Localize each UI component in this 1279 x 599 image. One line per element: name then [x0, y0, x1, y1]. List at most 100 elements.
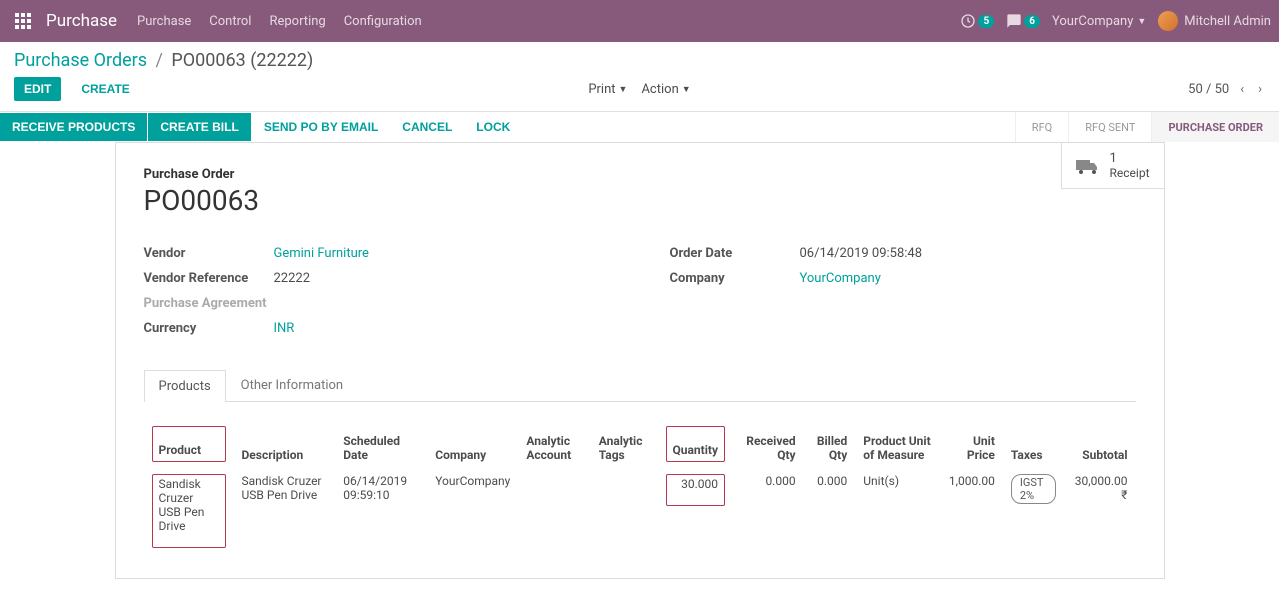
vendor-ref-value: 22222	[274, 271, 311, 286]
info-col-right: Order Date06/14/2019 09:58:48 CompanyYou…	[670, 241, 1136, 341]
action-bar: RECEIVE PRODUCTS CREATE BILL SEND PO BY …	[0, 111, 1279, 142]
currency-link[interactable]: INR	[274, 321, 295, 336]
order-date-value: 06/14/2019 09:58:48	[800, 246, 923, 261]
th-analytic-account: Analytic Account	[518, 420, 590, 468]
tax-badge: IGST 2%	[1011, 474, 1057, 504]
chevron-down-icon: ▼	[619, 84, 628, 95]
cell-description: Sandisk Cruzer USB Pen Drive	[234, 468, 336, 554]
th-scheduled-date: Scheduled Date	[335, 420, 427, 468]
nav-control[interactable]: Control	[209, 14, 251, 29]
chevron-down-icon: ▼	[682, 84, 691, 95]
th-company: Company	[427, 420, 518, 468]
th-taxes: Taxes	[1003, 420, 1065, 468]
th-uom: Product Unit of Measure	[855, 420, 939, 468]
company-link[interactable]: YourCompany	[800, 271, 881, 286]
chevron-down-icon: ▼	[1137, 16, 1146, 27]
order-lines-table: Product Description Scheduled Date Compa…	[144, 420, 1136, 554]
th-description: Description	[234, 420, 336, 468]
label-vendor-ref: Vendor Reference	[144, 271, 274, 286]
truck-icon	[1076, 157, 1100, 175]
pager-next[interactable]: ›	[1255, 82, 1265, 97]
stat-count: 1	[1110, 151, 1150, 166]
form-sheet: 1 Receipt Purchase Order PO00063 VendorG…	[115, 142, 1165, 579]
status-bar: RFQ RFQ SENT PURCHASE ORDER	[1015, 112, 1279, 142]
breadcrumb-current: PO00063 (22222)	[171, 50, 313, 71]
user-menu[interactable]: Mitchell Admin	[1158, 11, 1271, 31]
cell-analytic-account	[518, 468, 590, 554]
cell-uom: Unit(s)	[855, 468, 939, 554]
cell-product: Sandisk Cruzer USB Pen Drive	[152, 474, 226, 548]
record-title-label: Purchase Order	[144, 167, 1136, 182]
cell-unit-price: 1,000.00	[939, 468, 1003, 554]
info-grid: VendorGemini Furniture Vendor Reference2…	[144, 241, 1136, 341]
sheet-inner: Purchase Order PO00063 VendorGemini Furn…	[116, 143, 1164, 578]
user-name: Mitchell Admin	[1184, 14, 1271, 29]
top-right: 5 6 YourCompany ▼ Mitchell Admin	[960, 11, 1271, 31]
apps-icon[interactable]	[8, 13, 38, 29]
cell-quantity: 30.000	[666, 474, 725, 506]
th-product: Product	[152, 426, 226, 462]
nav-reporting[interactable]: Reporting	[269, 14, 325, 29]
company-switcher[interactable]: YourCompany ▼	[1052, 14, 1146, 29]
step-rfq-sent[interactable]: RFQ SENT	[1068, 112, 1151, 142]
receive-products-button[interactable]: RECEIVE PRODUCTS	[0, 113, 148, 141]
cell-billed-qty: 0.000	[804, 468, 856, 554]
label-vendor: Vendor	[144, 246, 274, 261]
nav-configuration[interactable]: Configuration	[344, 14, 422, 29]
info-col-left: VendorGemini Furniture Vendor Reference2…	[144, 241, 610, 341]
activity-indicator[interactable]: 5	[960, 13, 994, 29]
th-billed-qty: Billed Qty	[804, 420, 856, 468]
label-order-date: Order Date	[670, 246, 800, 261]
th-unit-price: Unit Price	[939, 420, 1003, 468]
record-name: PO00063	[144, 184, 1136, 217]
company-name: YourCompany	[1052, 14, 1133, 29]
print-dropdown[interactable]: Print ▼	[588, 82, 627, 97]
tab-products[interactable]: Products	[144, 370, 226, 402]
vendor-link[interactable]: Gemini Furniture	[274, 246, 369, 261]
cell-received-qty: 0.000	[733, 468, 804, 554]
th-quantity: Quantity	[666, 426, 725, 462]
cp-center: Print ▼ Action ▼	[588, 82, 690, 97]
cell-scheduled-date: 06/14/2019 09:59:10	[335, 468, 427, 554]
step-rfq[interactable]: RFQ	[1015, 112, 1068, 142]
pager-prev[interactable]: ‹	[1237, 82, 1247, 97]
nav-purchase[interactable]: Purchase	[137, 14, 191, 29]
breadcrumb: Purchase Orders / PO00063 (22222)	[14, 50, 1265, 71]
tabs: Products Other Information	[144, 369, 1136, 402]
create-button[interactable]: CREATE	[71, 77, 139, 101]
cell-subtotal: 30,000.00 ₹	[1064, 468, 1135, 554]
messages-indicator[interactable]: 6	[1006, 13, 1040, 29]
breadcrumb-separator: /	[156, 50, 163, 71]
table-row[interactable]: Sandisk Cruzer USB Pen Drive Sandisk Cru…	[144, 468, 1136, 554]
label-currency: Currency	[144, 321, 274, 336]
pager-text: 50 / 50	[1188, 82, 1229, 97]
nav-menu: Purchase Control Reporting Configuration	[137, 14, 422, 29]
action-dropdown[interactable]: Action ▼	[641, 82, 690, 97]
pager: 50 / 50 ‹ ›	[1188, 82, 1265, 97]
label-company: Company	[670, 271, 800, 286]
activity-badge: 5	[978, 15, 994, 28]
top-bar: Purchase Purchase Control Reporting Conf…	[0, 0, 1279, 42]
step-purchase-order[interactable]: PURCHASE ORDER	[1151, 112, 1279, 142]
breadcrumb-bar: Purchase Orders / PO00063 (22222)	[0, 42, 1279, 71]
lock-button[interactable]: LOCK	[464, 113, 522, 141]
th-analytic-tags: Analytic Tags	[591, 420, 658, 468]
tab-other-information[interactable]: Other Information	[226, 369, 358, 401]
th-subtotal: Subtotal	[1064, 420, 1135, 468]
messages-badge: 6	[1024, 15, 1040, 28]
cell-analytic-tags	[591, 468, 658, 554]
cell-company: YourCompany	[427, 468, 518, 554]
send-po-button[interactable]: SEND PO BY EMAIL	[252, 113, 390, 141]
create-bill-button[interactable]: CREATE BILL	[148, 113, 251, 141]
avatar	[1158, 11, 1178, 31]
sheet-wrap: 1 Receipt Purchase Order PO00063 VendorG…	[0, 142, 1279, 599]
edit-button[interactable]: EDIT	[14, 77, 61, 101]
control-panel: EDIT CREATE Print ▼ Action ▼ 50 / 50 ‹ ›	[0, 71, 1279, 111]
label-purchase-agreement: Purchase Agreement	[144, 296, 274, 311]
stat-label: Receipt	[1110, 166, 1150, 180]
breadcrumb-parent[interactable]: Purchase Orders	[14, 50, 147, 71]
app-title[interactable]: Purchase	[46, 11, 117, 31]
receipt-stat-button[interactable]: 1 Receipt	[1061, 143, 1164, 189]
cancel-button[interactable]: CANCEL	[390, 113, 464, 141]
th-received-qty: Received Qty	[733, 420, 804, 468]
